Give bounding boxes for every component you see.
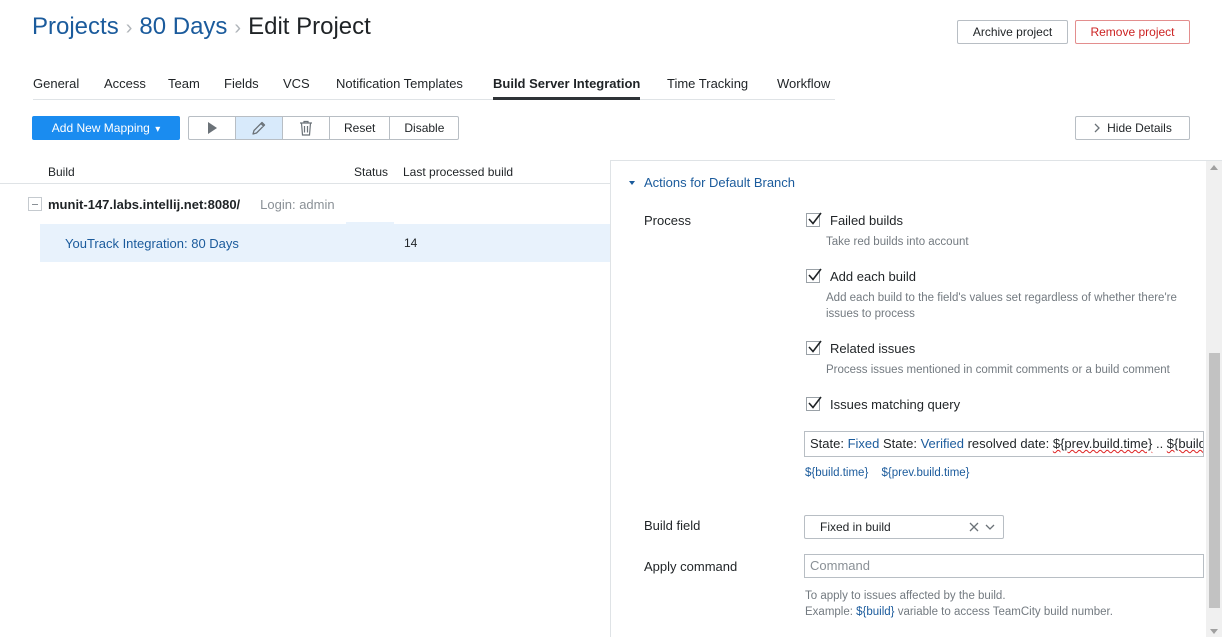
- scroll-up-icon[interactable]: [1210, 165, 1218, 170]
- clear-icon[interactable]: [969, 522, 979, 532]
- query-variable: ${build.time}: [1166, 436, 1203, 451]
- apply-help-variable: ${build}: [856, 606, 895, 618]
- query-text: ..: [1152, 436, 1167, 451]
- apply-help-prefix: Example:: [805, 606, 857, 618]
- play-icon: [208, 122, 217, 134]
- chevron-down-icon[interactable]: [985, 523, 995, 531]
- related-issues-description: Process issues mentioned in commit comme…: [826, 364, 1170, 376]
- variable-link-prev-build-time[interactable]: ${prev.build.time}: [882, 467, 970, 479]
- mapping-row[interactable]: YouTrack Integration: 80 Days 14: [40, 224, 610, 262]
- checkmark-icon: [808, 268, 822, 281]
- pencil-icon: [252, 121, 266, 135]
- apply-command-label: Apply command: [644, 559, 738, 574]
- add-new-mapping-button[interactable]: Add New Mapping ▾: [32, 116, 180, 140]
- column-header-build[interactable]: Build: [48, 165, 75, 179]
- scroll-down-icon[interactable]: [1210, 629, 1218, 634]
- triangle-down-icon: [629, 181, 635, 185]
- breadcrumb-separator: ›: [234, 17, 242, 39]
- checkmark-icon: [808, 396, 822, 409]
- tab-build-server-integration[interactable]: Build Server Integration: [493, 76, 641, 100]
- remove-project-button[interactable]: Remove project: [1075, 20, 1190, 44]
- tab-access[interactable]: Access: [104, 76, 146, 91]
- collapse-icon[interactable]: [28, 197, 42, 211]
- query-value: Fixed: [847, 436, 880, 451]
- add-each-build-checkbox[interactable]: [806, 268, 822, 283]
- tab-fields[interactable]: Fields: [224, 76, 259, 91]
- apply-command-input[interactable]: Command: [804, 554, 1204, 578]
- delete-button[interactable]: [283, 117, 330, 139]
- tab-time-tracking[interactable]: Time Tracking: [667, 76, 748, 91]
- breadcrumb: Projects › 80 Days › Edit Project: [32, 10, 371, 45]
- process-label: Process: [644, 213, 691, 228]
- chevron-right-icon: [1094, 123, 1101, 133]
- details-panel: Actions for Default Branch Process Faile…: [610, 160, 1222, 637]
- details-scrollbar[interactable]: [1206, 161, 1222, 637]
- add-each-build-description: Add each build to the field's values set…: [826, 292, 1177, 320]
- hide-details-button[interactable]: Hide Details: [1075, 116, 1190, 140]
- disable-button[interactable]: Disable: [390, 117, 458, 139]
- query-variable: ${prev.build.time}: [1052, 436, 1153, 451]
- server-login: Login: admin: [260, 196, 335, 212]
- project-tabs: General Access Team Fields VCS Notificat…: [33, 76, 835, 100]
- build-field-select[interactable]: Fixed in build: [804, 515, 1004, 539]
- tab-team[interactable]: Team: [168, 76, 200, 91]
- add-each-build-label: Add each build: [830, 269, 917, 284]
- trash-icon: [300, 120, 312, 136]
- issues-matching-query-checkbox[interactable]: [806, 396, 822, 411]
- query-text: resolved date:: [963, 436, 1053, 451]
- server-row[interactable]: munit-147.labs.intellij.net:8080/ Login:…: [28, 193, 335, 215]
- query-text: State:: [879, 436, 921, 451]
- build-field-value: Fixed in build: [820, 520, 891, 534]
- issues-matching-query-label: Issues matching query: [830, 397, 961, 412]
- query-value: Verified: [920, 436, 964, 451]
- failed-builds-description: Take red builds into account: [826, 236, 969, 248]
- failed-builds-checkbox[interactable]: [806, 212, 822, 227]
- apply-help-suffix: variable to access TeamCity build number…: [894, 606, 1113, 618]
- hide-details-label: Hide Details: [1107, 121, 1172, 135]
- add-new-mapping-label: Add New Mapping: [51, 121, 150, 135]
- tab-notification-templates[interactable]: Notification Templates: [336, 76, 463, 91]
- related-issues-checkbox[interactable]: [806, 340, 822, 355]
- apply-help-line1: To apply to issues affected by the build…: [805, 590, 1006, 602]
- variable-link-build-time[interactable]: ${build.time}: [805, 467, 868, 479]
- breadcrumb-projects[interactable]: Projects: [32, 13, 119, 40]
- edit-button[interactable]: [236, 117, 283, 139]
- run-button[interactable]: [189, 117, 236, 139]
- query-variables: ${build.time} ${prev.build.time}: [805, 467, 980, 479]
- reset-button[interactable]: Reset: [330, 117, 391, 139]
- checkmark-icon: [808, 212, 822, 225]
- mapping-last-processed: 14: [404, 236, 418, 250]
- section-toggle-default-branch[interactable]: Actions for Default Branch: [629, 175, 795, 190]
- build-field-label: Build field: [644, 518, 701, 533]
- page-title: Edit Project: [248, 13, 371, 40]
- tab-workflow[interactable]: Workflow: [777, 76, 830, 91]
- tab-general[interactable]: General: [33, 76, 79, 91]
- checkmark-icon: [808, 340, 822, 353]
- archive-project-button[interactable]: Archive project: [957, 20, 1068, 44]
- header-divider: [0, 183, 610, 184]
- mapping-toolbar: Reset Disable: [188, 116, 460, 140]
- apply-command-help: To apply to issues affected by the build…: [805, 588, 1113, 620]
- breadcrumb-project[interactable]: 80 Days: [139, 13, 227, 40]
- failed-builds-label: Failed builds: [830, 213, 903, 228]
- related-issues-label: Related issues: [830, 341, 916, 356]
- column-header-last-processed[interactable]: Last processed build: [403, 165, 513, 179]
- query-input[interactable]: State: Fixed State: Verified resolved da…: [804, 431, 1204, 457]
- breadcrumb-separator: ›: [125, 17, 133, 39]
- tab-vcs[interactable]: VCS: [283, 76, 310, 91]
- query-text: State:: [810, 436, 848, 451]
- server-name: munit-147.labs.intellij.net:8080/: [48, 196, 241, 212]
- scroll-thumb[interactable]: [1209, 353, 1220, 608]
- section-title: Actions for Default Branch: [644, 175, 796, 190]
- mapping-name[interactable]: YouTrack Integration: 80 Days: [65, 236, 239, 251]
- caret-down-icon: ▾: [155, 124, 161, 135]
- column-header-status[interactable]: Status: [354, 165, 388, 179]
